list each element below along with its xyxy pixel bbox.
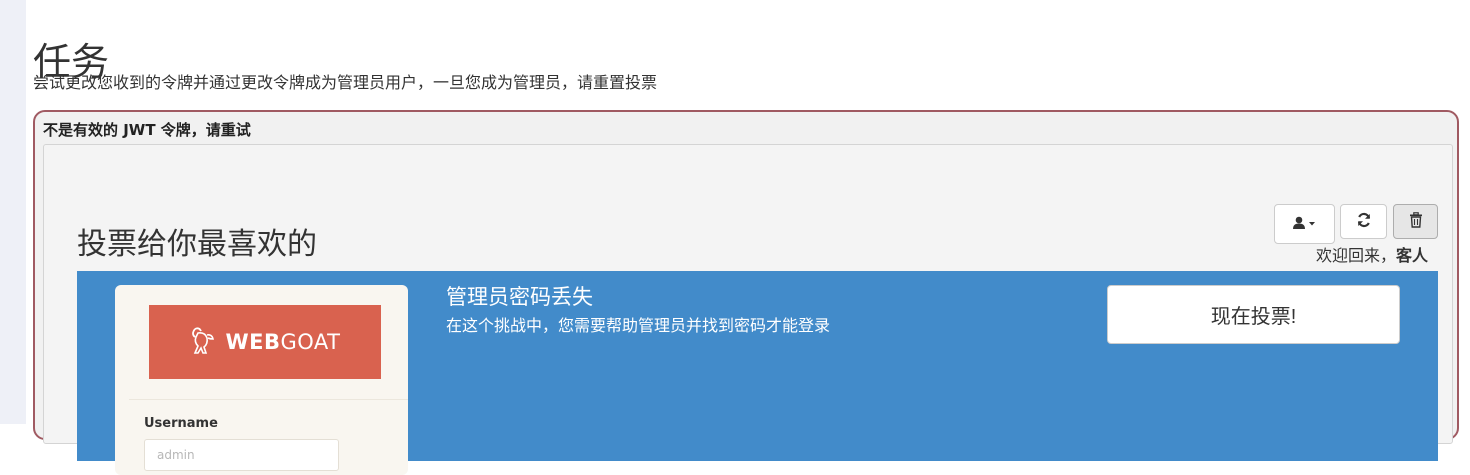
logo-text: WEBGOAT (225, 330, 341, 354)
attack-container: 不是有效的 JWT 令牌，请重试 投票给你最喜欢的 欢迎回来，客人 WEBGOA… (33, 110, 1459, 475)
welcome-user: 客人 (1395, 246, 1428, 265)
left-sidebar-strip (0, 0, 26, 424)
goat-icon (189, 325, 215, 359)
welcome-label: 欢迎回来， (1315, 246, 1396, 265)
thumbnail-divider (129, 399, 408, 400)
username-field-preview: admin (144, 439, 339, 471)
refresh-button[interactable] (1340, 204, 1387, 239)
welcome-text: 欢迎回来，客人 (1316, 245, 1428, 267)
trash-icon (1409, 211, 1423, 232)
vote-panel: 投票给你最喜欢的 欢迎回来，客人 WEBGOAT Username admin … (43, 144, 1453, 475)
challenge-card: WEBGOAT Username admin 管理员密码丢失 在这个挑战中，您需… (77, 271, 1438, 475)
user-icon (1292, 215, 1318, 234)
reset-votes-button[interactable] (1393, 204, 1438, 239)
feedback-message: 不是有效的 JWT 令牌，请重试 (43, 121, 251, 139)
vote-now-button[interactable]: 现在投票! (1107, 285, 1400, 344)
vote-heading: 投票给你最喜欢的 (77, 227, 317, 262)
challenge-title: 管理员密码丢失 (446, 285, 593, 309)
refresh-icon (1356, 212, 1372, 232)
task-description: 尝试更改您收到的令牌并通过更改令牌成为管理员用户，一旦您成为管理员，请重置投票 (33, 73, 658, 92)
challenge-description: 在这个挑战中，您需要帮助管理员并找到密码才能登录 (446, 316, 831, 335)
user-dropdown-button[interactable] (1274, 204, 1335, 244)
challenge-thumbnail[interactable]: WEBGOAT Username admin (115, 285, 408, 475)
webgoat-logo: WEBGOAT (149, 305, 381, 379)
